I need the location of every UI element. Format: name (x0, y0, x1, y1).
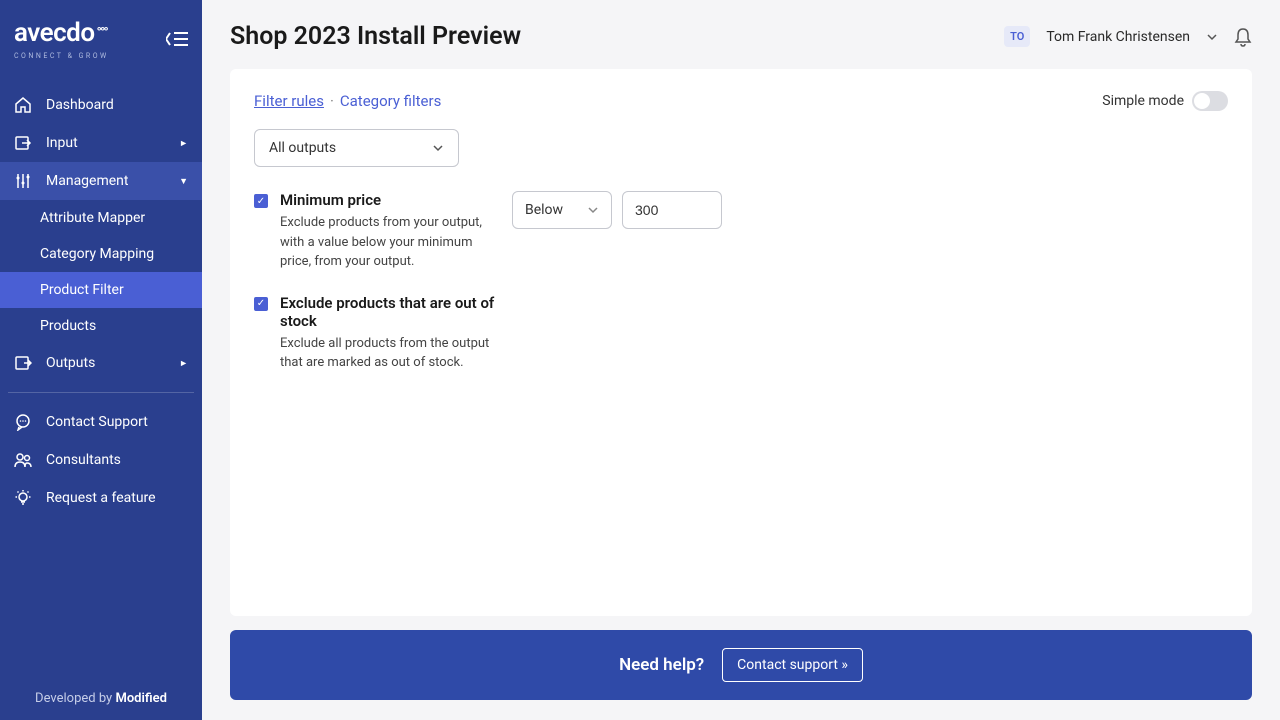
home-icon (14, 96, 32, 114)
sidebar-item-products[interactable]: Products (0, 308, 202, 344)
filter-text: Minimum price Exclude products from your… (280, 191, 500, 272)
nav-label: Request a feature (46, 490, 156, 506)
simple-mode-toggle[interactable] (1192, 91, 1228, 111)
filter-desc: Exclude products from your output, with … (280, 213, 500, 272)
sidebar-item-management[interactable]: Management ▼ (0, 162, 202, 200)
help-text: Need help? (619, 655, 704, 675)
collapse-sidebar-button[interactable] (166, 30, 188, 48)
filter-desc: Exclude all products from the output tha… (280, 334, 500, 373)
sidebar: avecdo°°° CONNECT & GROW Dashboard Input… (0, 0, 202, 720)
minimum-price-value-input[interactable] (622, 191, 722, 229)
filter-controls: Below (512, 191, 722, 229)
sidebar-item-product-filter[interactable]: Product Filter (0, 272, 202, 308)
nav-label: Dashboard (46, 97, 114, 113)
content: Filter rules · Category filters Simple m… (202, 69, 1280, 720)
lightbulb-icon (14, 489, 32, 507)
minimum-price-checkbox[interactable]: ✓ (254, 194, 268, 208)
input-icon (14, 134, 32, 152)
user-area: TO Tom Frank Christensen (1004, 26, 1252, 47)
sidebar-item-category-mapping[interactable]: Category Mapping (0, 236, 202, 272)
sidebar-header: avecdo°°° CONNECT & GROW (0, 0, 202, 68)
filter-title: Exclude products that are out of stock (280, 294, 500, 330)
main: Shop 2023 Install Preview TO Tom Frank C… (202, 0, 1280, 720)
sliders-icon (14, 172, 32, 190)
nav: Dashboard Input ► Management ▼ Attribute… (0, 86, 202, 677)
user-name: Tom Frank Christensen (1046, 29, 1190, 45)
condition-value: Below (525, 202, 563, 218)
output-selector[interactable]: All outputs (254, 129, 459, 167)
footer-prefix: Developed by (35, 691, 115, 706)
sidebar-item-request-feature[interactable]: Request a feature (0, 479, 202, 517)
page-title: Shop 2023 Install Preview (230, 22, 521, 51)
out-of-stock-checkbox[interactable]: ✓ (254, 297, 268, 311)
simple-mode-label: Simple mode (1102, 93, 1184, 109)
nav-label: Input (46, 135, 78, 151)
chevron-down-icon: ▼ (179, 176, 188, 187)
output-icon (14, 354, 32, 372)
nav-label: Contact Support (46, 414, 148, 430)
nav-label: Product Filter (40, 282, 124, 298)
logo-text: avecdo (14, 18, 95, 48)
simple-mode-control: Simple mode (1102, 91, 1228, 111)
chevron-right-icon: ► (179, 358, 188, 369)
tab-category-filters[interactable]: Category filters (340, 92, 441, 110)
nav-label: Attribute Mapper (40, 210, 145, 226)
sidebar-item-input[interactable]: Input ► (0, 124, 202, 162)
logo-tagline: CONNECT & GROW (14, 52, 109, 60)
tab-links: Filter rules · Category filters (254, 92, 441, 110)
output-selector-value: All outputs (269, 140, 336, 156)
chat-icon (14, 413, 32, 431)
sidebar-item-contact-support[interactable]: Contact Support (0, 403, 202, 441)
chevron-right-icon: ► (179, 138, 188, 149)
sidebar-item-consultants[interactable]: Consultants (0, 441, 202, 479)
nav-label: Outputs (46, 355, 95, 371)
contact-support-button[interactable]: Contact support » (722, 648, 863, 682)
users-icon (14, 451, 32, 469)
filter-card: Filter rules · Category filters Simple m… (230, 69, 1252, 616)
filter-text: Exclude products that are out of stock E… (280, 294, 500, 373)
nav-label: Management (46, 173, 128, 189)
notifications-button[interactable] (1234, 27, 1252, 47)
sidebar-item-dashboard[interactable]: Dashboard (0, 86, 202, 124)
nav-label: Products (40, 318, 96, 334)
chevron-down-icon (587, 204, 599, 216)
tab-separator: · (330, 92, 334, 110)
nav-divider (8, 392, 194, 393)
sidebar-footer: Developed by Modified (0, 677, 202, 720)
tabs-row: Filter rules · Category filters Simple m… (254, 91, 1228, 111)
nav-label: Consultants (46, 452, 121, 468)
help-bar: Need help? Contact support » (230, 630, 1252, 700)
filter-out-of-stock: ✓ Exclude products that are out of stock… (254, 294, 1228, 373)
user-menu-chevron[interactable] (1206, 31, 1218, 43)
sidebar-item-attribute-mapper[interactable]: Attribute Mapper (0, 200, 202, 236)
bell-icon (1234, 27, 1252, 47)
chevron-down-icon (432, 142, 444, 154)
topbar: Shop 2023 Install Preview TO Tom Frank C… (202, 0, 1280, 69)
footer-brand: Modified (115, 691, 167, 706)
sidebar-item-outputs[interactable]: Outputs ► (0, 344, 202, 382)
menu-collapse-icon (166, 30, 188, 48)
logo-dots-icon: °°° (97, 29, 107, 37)
toggle-knob (1194, 93, 1210, 109)
logo[interactable]: avecdo°°° CONNECT & GROW (14, 18, 109, 60)
filter-title: Minimum price (280, 191, 500, 209)
chevron-down-icon (1206, 31, 1218, 43)
user-initials-badge: TO (1004, 26, 1030, 47)
tab-filter-rules[interactable]: Filter rules (254, 92, 324, 110)
minimum-price-condition-select[interactable]: Below (512, 191, 612, 229)
filter-minimum-price: ✓ Minimum price Exclude products from yo… (254, 191, 1228, 272)
nav-label: Category Mapping (40, 246, 154, 262)
